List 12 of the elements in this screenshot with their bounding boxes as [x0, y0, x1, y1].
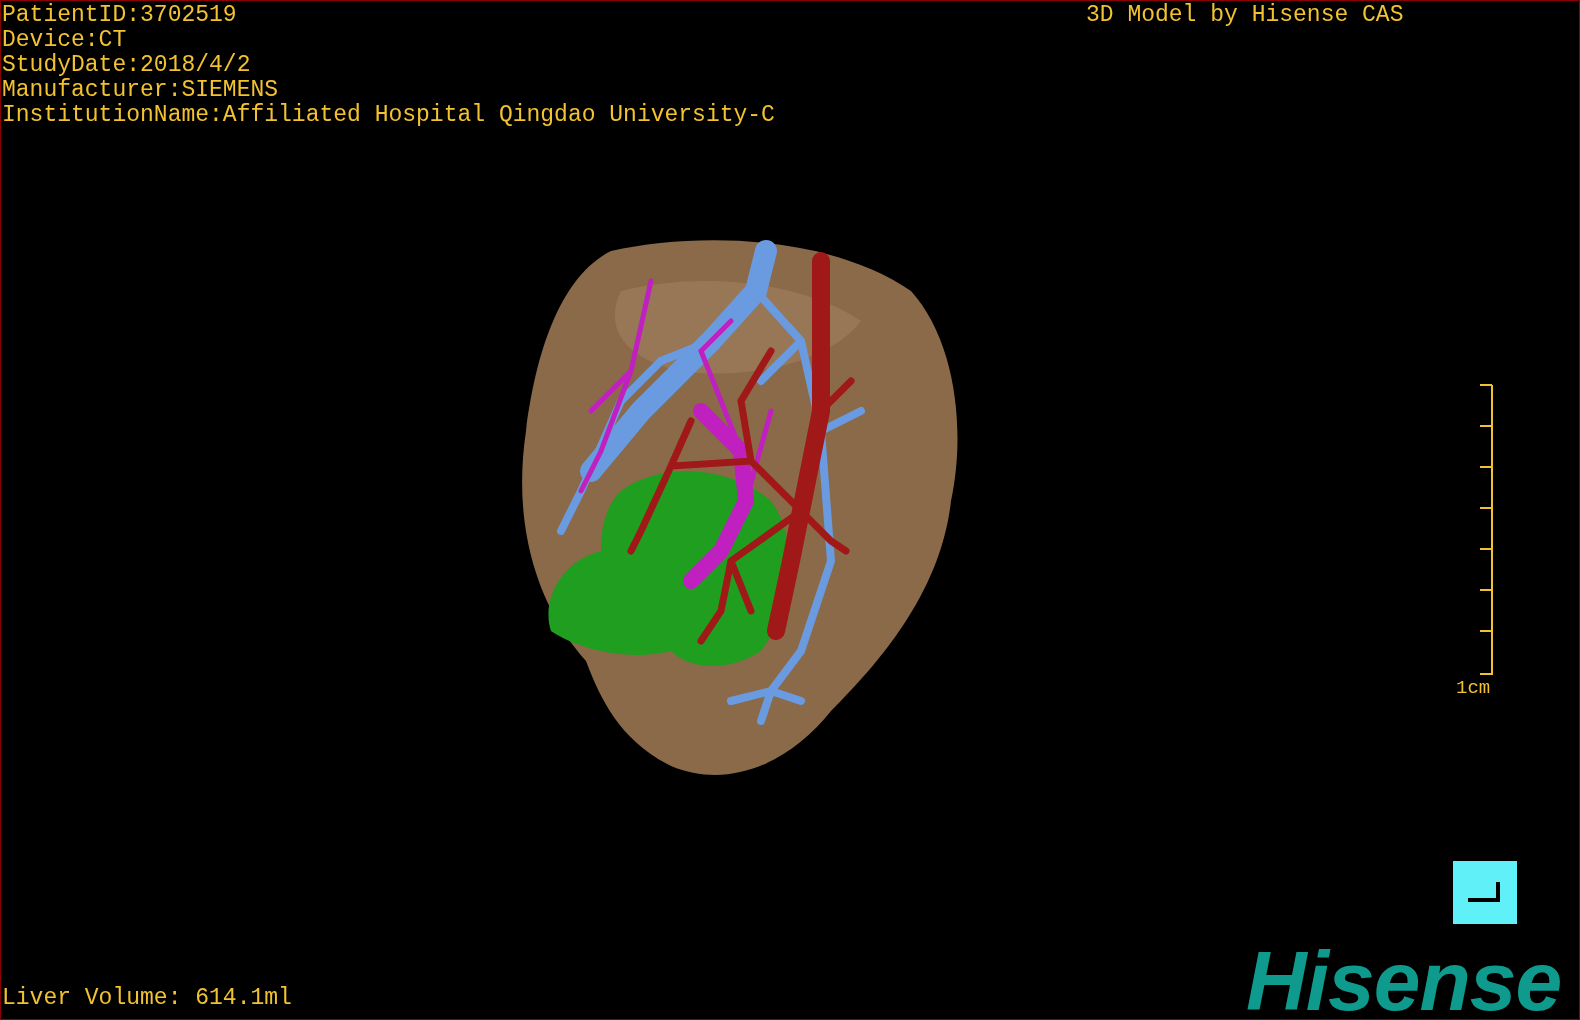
view-corner-button[interactable]	[1453, 861, 1517, 924]
study-info: PatientID:3702519	[2, 3, 237, 28]
scale-bar-icon	[1479, 384, 1493, 676]
scale-label: 1cm	[1456, 677, 1491, 699]
liver-volume: Liver Volume: 614.1ml	[2, 986, 292, 1011]
brand-logo: Hisense	[1246, 939, 1562, 1019]
model-credit: 3D Model by Hisense CAS	[1086, 3, 1404, 28]
corner-icon	[1468, 881, 1502, 904]
study-info: Device:CT	[2, 28, 127, 53]
study-info: StudyDate:2018/4/2	[2, 53, 251, 78]
study-info: Manufacturer:SIEMENS	[2, 78, 279, 103]
study-info: InstitutionName:Affiliated Hospital Qingdao University-C	[2, 103, 775, 128]
